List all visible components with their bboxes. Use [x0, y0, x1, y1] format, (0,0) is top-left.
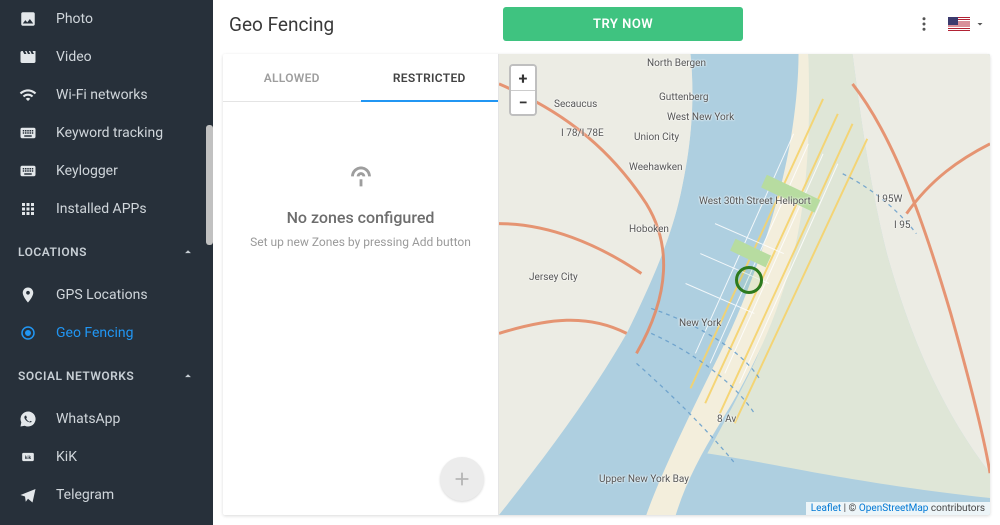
tabs: ALLOWED RESTRICTED	[223, 54, 498, 102]
chevron-up-icon	[181, 245, 195, 259]
sidebar-item-telegram[interactable]: Telegram	[0, 476, 213, 514]
target-icon	[18, 323, 38, 343]
add-zone-button[interactable]	[440, 457, 484, 501]
leaflet-link[interactable]: Leaflet	[811, 503, 841, 514]
sidebar-item-whatsapp[interactable]: WhatsApp	[0, 400, 213, 438]
main-content: Geo Fencing TRY NOW ALLOWED RESTRICTED	[213, 0, 1000, 525]
header: Geo Fencing TRY NOW	[213, 0, 1000, 48]
kik-icon: kik	[18, 447, 38, 467]
sidebar-item-installed-apps[interactable]: Installed APPs	[0, 190, 213, 228]
sidebar: Photo Video Wi-Fi networks Keyword track…	[0, 0, 213, 525]
wifi-icon	[18, 85, 38, 105]
sidebar-scrollbar-thumb[interactable]	[206, 125, 213, 245]
plus-icon	[451, 468, 473, 490]
caret-down-icon	[974, 18, 986, 30]
zoom-out-button[interactable]: −	[511, 90, 535, 114]
sidebar-item-label: Video	[56, 49, 92, 65]
sidebar-item-keylogger[interactable]: Keylogger	[0, 152, 213, 190]
sidebar-item-label: Keylogger	[56, 163, 118, 179]
sidebar-section-social[interactable]: SOCIAL NETWORKS	[0, 352, 213, 400]
section-label: SOCIAL NETWORKS	[18, 369, 134, 383]
chevron-up-icon	[181, 369, 195, 383]
map-attribution: Leaflet | © OpenStreetMap contributors	[806, 502, 990, 515]
tab-allowed[interactable]: ALLOWED	[223, 54, 361, 101]
us-flag-icon	[948, 17, 970, 31]
language-selector[interactable]	[948, 12, 986, 36]
sidebar-item-photo[interactable]: Photo	[0, 0, 213, 38]
keyboard-icon	[18, 123, 38, 143]
sidebar-item-label: GPS Locations	[56, 287, 148, 303]
sidebar-item-kik[interactable]: kik KiK	[0, 438, 213, 476]
zones-panel: ALLOWED RESTRICTED No zones configured S…	[223, 54, 499, 515]
more-vert-icon	[915, 15, 933, 33]
sidebar-item-label: Telegram	[56, 487, 114, 503]
empty-subtitle: Set up new Zones by pressing Add button	[250, 235, 471, 249]
sidebar-item-keyword-tracking[interactable]: Keyword tracking	[0, 114, 213, 152]
osm-link[interactable]: OpenStreetMap	[859, 503, 929, 514]
sidebar-item-label: Geo Fencing	[56, 325, 134, 341]
zoom-in-button[interactable]: +	[511, 66, 535, 90]
sidebar-item-label: Wi-Fi networks	[56, 87, 148, 103]
pin-icon	[18, 285, 38, 305]
geo-fence-marker[interactable]	[735, 266, 763, 294]
svg-text:kik: kik	[25, 455, 32, 461]
photo-icon	[18, 9, 38, 29]
sidebar-item-label: Installed APPs	[56, 201, 147, 217]
empty-state: No zones configured Set up new Zones by …	[223, 102, 498, 515]
video-icon	[18, 47, 38, 67]
tab-restricted[interactable]: RESTRICTED	[361, 54, 499, 101]
sidebar-item-video[interactable]: Video	[0, 38, 213, 76]
more-menu-button[interactable]	[912, 12, 936, 36]
sidebar-item-label: Keyword tracking	[56, 125, 163, 141]
sidebar-item-label: Photo	[56, 11, 93, 27]
page-title: Geo Fencing	[229, 13, 334, 36]
empty-title: No zones configured	[287, 208, 435, 227]
antenna-icon	[344, 158, 378, 192]
sidebar-section-locations[interactable]: LOCATIONS	[0, 228, 213, 276]
sidebar-item-geo-fencing[interactable]: Geo Fencing	[0, 314, 213, 352]
sidebar-item-gps-locations[interactable]: GPS Locations	[0, 276, 213, 314]
sidebar-item-label: WhatsApp	[56, 411, 120, 427]
section-label: LOCATIONS	[18, 245, 87, 259]
map[interactable]: North BergenSecaucusGuttenbergWest New Y…	[499, 54, 990, 515]
telegram-icon	[18, 485, 38, 505]
try-now-button[interactable]: TRY NOW	[503, 7, 743, 41]
sidebar-item-label: KiK	[56, 449, 77, 465]
apps-icon	[18, 199, 38, 219]
map-zoom-control: + −	[509, 64, 537, 116]
keyboard-icon	[18, 161, 38, 181]
whatsapp-icon	[18, 409, 38, 429]
sidebar-item-wifi[interactable]: Wi-Fi networks	[0, 76, 213, 114]
